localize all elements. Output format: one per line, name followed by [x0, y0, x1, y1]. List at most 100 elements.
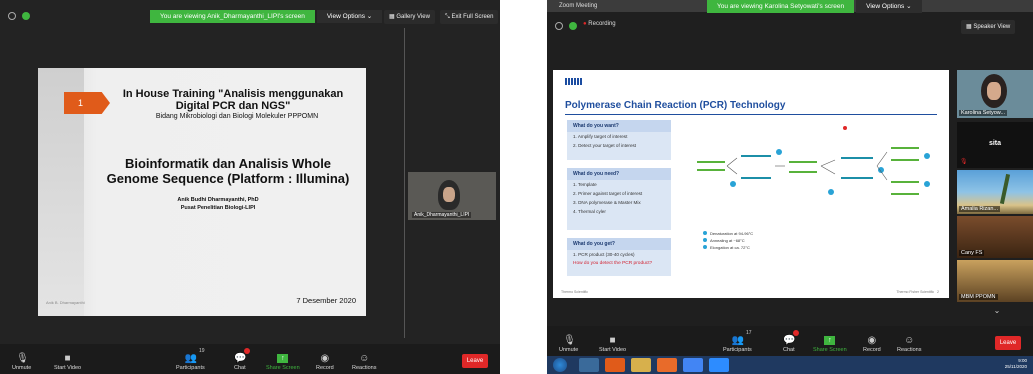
chat-button[interactable]: 💬 Chat — [234, 354, 247, 372]
participant-tile-karolina[interactable]: Karolina Setyow... — [957, 70, 1033, 118]
gallery-view-button[interactable]: ▦ Gallery View — [384, 10, 435, 24]
chat-label: Chat — [783, 347, 795, 353]
legend-item: Denaturation at 94-96°C — [703, 230, 753, 237]
pointer-dot — [843, 126, 847, 130]
recording-indicator[interactable]: ● Recording — [583, 21, 616, 27]
slide-main-title: Bioinformatik dan Analisis Whole Genome … — [106, 156, 350, 186]
view-options-button[interactable]: View Options ⌄ — [316, 10, 383, 23]
reactions-icon: ☺ — [904, 335, 915, 346]
legend-label: Annealing at ~68°C — [710, 238, 745, 243]
participant-tile-sita[interactable]: sita 🎙 — [957, 122, 1033, 168]
arrow-line — [726, 157, 738, 175]
share-banner: You are viewing Anik_Dharmayanthi_LIPI's… — [150, 10, 383, 23]
video-off-icon: ■ — [64, 353, 71, 364]
slide-subtitle: Bidang Mikrobiologi dan Biologi Molekule… — [155, 113, 319, 120]
reactions-button[interactable]: ☺ Reactions — [897, 335, 921, 354]
firefox-icon[interactable] — [657, 358, 677, 372]
start-video-button[interactable]: ■ Start Video — [54, 353, 82, 372]
share-screen-label: Share Screen — [266, 365, 300, 371]
nucleotide-dot — [776, 149, 782, 155]
nucleotide-dot — [924, 153, 930, 159]
get-header: What do you get? — [567, 238, 671, 250]
legend-dot-icon — [703, 231, 707, 235]
get-item: 1. PCR product (30-40 cycles) — [573, 252, 635, 257]
need-item: 1. Template — [573, 182, 597, 187]
participant-video-thumbnail[interactable]: Anik_Dharmayanthi_LIPI — [408, 172, 496, 220]
participant-name: Amalia Rizan... — [959, 206, 1000, 212]
start-video-label: Start Video — [54, 365, 82, 371]
get-question: How do you detect the PCR product? — [573, 261, 653, 266]
participants-icon: 👥 — [184, 353, 198, 364]
speaker-view-label: Speaker View — [973, 24, 1011, 30]
slide-page-number: 2 — [937, 290, 939, 294]
leave-button[interactable]: Leave — [995, 336, 1021, 350]
record-icon: ◉ — [867, 335, 877, 346]
shield-icon[interactable] — [22, 12, 30, 20]
chat-button[interactable]: 💬 Chat — [783, 336, 796, 354]
share-screen-label: Share Screen — [813, 347, 847, 353]
nucleotide-dot — [730, 181, 736, 187]
viewing-screen-label: You are viewing Karolina Setyowati's scr… — [707, 0, 855, 13]
zoom-app-icon[interactable] — [709, 358, 729, 372]
folder-icon[interactable] — [631, 358, 651, 372]
shield-icon[interactable] — [569, 22, 577, 30]
recording-label: Recording — [588, 21, 616, 27]
speaker-view-button[interactable]: ▦ Speaker View — [961, 20, 1016, 34]
participants-label: Participants — [723, 347, 752, 353]
want-box: What do you want? 1. Amplify target of i… — [567, 120, 671, 160]
participant-tile-mbm[interactable]: MBM PPOMN — [957, 260, 1033, 302]
participants-count: 19 — [199, 348, 205, 354]
slide-footer-right-text: Thermo Fisher Scientific — [896, 290, 935, 294]
record-icon: ◉ — [320, 353, 330, 364]
panel-divider[interactable] — [404, 28, 405, 338]
need-item: 3. DNA polymerase & Master Mix — [573, 200, 641, 205]
info-icon[interactable] — [8, 12, 16, 20]
slide-number-arrow: 1 — [64, 92, 110, 114]
slide-title: Polymerase Chain Reaction (PCR) Technolo… — [565, 100, 786, 111]
chat-notification-badge — [244, 348, 250, 354]
share-screen-button[interactable]: ↑ Share Screen — [813, 336, 847, 353]
explorer-icon[interactable] — [579, 358, 599, 372]
start-video-button[interactable]: ■ Start Video — [599, 335, 627, 354]
legend-dot-icon — [703, 245, 707, 249]
participants-button[interactable]: 👥 Participants — [176, 353, 205, 372]
start-button-icon[interactable] — [553, 358, 567, 372]
left-zoom-window: You are viewing Anik_Dharmayanthi_LIPI's… — [0, 0, 500, 374]
info-icon[interactable] — [555, 22, 563, 30]
unmute-button[interactable]: 🎙 Unmute — [559, 336, 578, 354]
slide-institution: Pusat Penelitian Biologi-LIPI — [180, 205, 256, 211]
unmute-button[interactable]: 🎙 Unmute — [12, 354, 31, 372]
need-box: What do you need? 1. Template 2. Primer … — [567, 168, 671, 230]
reactions-button[interactable]: ☺ Reactions — [352, 354, 377, 372]
slide-footer-small: Anik B. Dharmayanthi — [46, 300, 85, 305]
record-button[interactable]: ◉ Record — [316, 353, 334, 372]
need-item: 4. Thermal cyler — [573, 209, 606, 214]
dna-strand-green — [891, 147, 919, 195]
participant-tile-amalia[interactable]: Amalia Rizan... — [957, 170, 1033, 214]
view-options-button[interactable]: View Options ⌄ — [856, 0, 922, 13]
leave-button[interactable]: Leave — [462, 354, 488, 368]
recording-dot-icon: ● — [583, 21, 587, 27]
arrow-line — [876, 151, 888, 181]
record-button[interactable]: ◉ Record — [863, 335, 881, 354]
video-off-icon: ■ — [609, 335, 616, 346]
slide-title: In House Training "Analisis menggunakan … — [122, 88, 344, 112]
meeting-toolbar: 🎙 Unmute ■ Start Video 👥 Participants 19 💬 C… — [0, 344, 500, 374]
start-video-label: Start Video — [599, 347, 627, 353]
dna-strand-green — [789, 161, 817, 173]
share-screen-icon: ↑ — [277, 354, 289, 363]
participant-tile-cany[interactable]: Cany FS — [957, 216, 1033, 258]
participant-name: Karolina Setyow... — [959, 110, 1008, 116]
reactions-label: Reactions — [352, 365, 377, 371]
want-item: 1. Amplify target of interest — [573, 134, 628, 139]
legend-label: Elongation at ca. 72°C — [710, 245, 750, 250]
exit-full-screen-button[interactable]: ⤡ Exit Full Screen — [440, 10, 499, 24]
title-rule — [565, 114, 937, 115]
scroll-down-chevron-icon[interactable]: ⌄ — [990, 306, 1004, 316]
system-clock[interactable]: 9:00 25/11/2020 — [1005, 358, 1027, 370]
share-screen-button[interactable]: ↑ Share Screen — [266, 354, 300, 371]
participants-button[interactable]: 👥 Participants — [723, 336, 752, 354]
media-player-icon[interactable] — [605, 358, 625, 372]
right-zoom-window: Zoom Meeting You are viewing Karolina Se… — [547, 0, 1033, 374]
chrome-icon[interactable] — [683, 358, 703, 372]
